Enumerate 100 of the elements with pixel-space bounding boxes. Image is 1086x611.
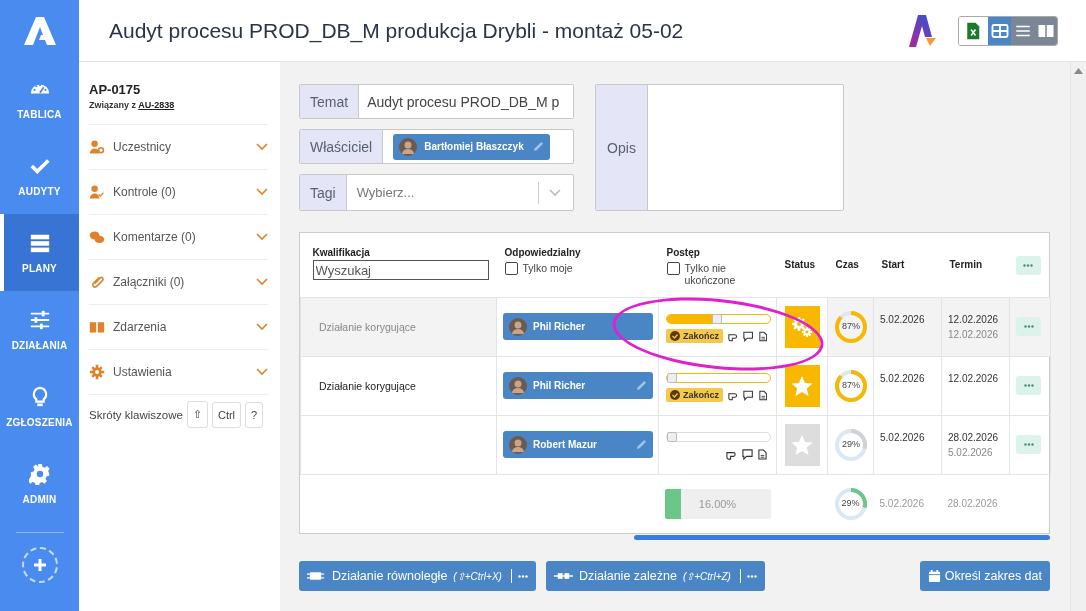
- chevron-icon: [256, 233, 268, 241]
- status-tile[interactable]: [784, 423, 820, 466]
- person-chip[interactable]: Phil Richer: [503, 313, 653, 340]
- nav-item[interactable]: ZGŁOSZENIA: [0, 368, 79, 445]
- book-icon: [89, 319, 105, 335]
- caret-up-icon: [1074, 68, 1083, 74]
- nav-item[interactable]: PLANY: [0, 214, 79, 291]
- nav-item[interactable]: TABLICA: [0, 60, 79, 137]
- chevron-icon: [256, 368, 268, 376]
- pencil-icon: [636, 380, 647, 391]
- status-tile[interactable]: [784, 364, 820, 407]
- users-icon: [89, 139, 105, 155]
- comments-icon: [89, 229, 105, 245]
- time-percent: 87%: [841, 379, 861, 390]
- more-icon: [517, 574, 528, 578]
- table-cell: Działanie korygujące: [300, 356, 497, 415]
- table-cell-text: 12.02.2026: [948, 313, 1000, 325]
- time-percent: 29%: [841, 438, 861, 449]
- related-link[interactable]: AU-2838: [138, 100, 175, 110]
- more-icon: [1023, 443, 1034, 446]
- pencil-icon: [636, 439, 647, 450]
- time-ring: [834, 427, 868, 462]
- shortcuts-label: Skróty klawiszowe: [89, 408, 183, 421]
- table-cell-text: 12.02.2026: [948, 372, 1000, 384]
- finish-button[interactable]: Zakończ: [666, 329, 723, 343]
- comment-icon: [743, 330, 754, 342]
- more-icon: [1023, 384, 1034, 387]
- section-header[interactable]: Zdarzenia: [89, 305, 268, 350]
- progress-slider[interactable]: [666, 314, 771, 324]
- view-button[interactable]: [1034, 16, 1057, 45]
- person-chip[interactable]: Bartłomiej Błaszczyk: [393, 133, 550, 160]
- progress-slider[interactable]: [666, 373, 771, 383]
- more-button[interactable]: [1015, 256, 1041, 275]
- chevron-icon: [256, 188, 268, 196]
- gears-icon: [790, 314, 814, 339]
- finish-button[interactable]: Zakończ: [666, 388, 723, 402]
- avatar-icon: [509, 435, 527, 454]
- logo-icon: [22, 16, 57, 46]
- nav-item[interactable]: ADMIN: [0, 445, 79, 522]
- table-cell: 5.02.2026: [873, 297, 942, 356]
- section-header[interactable]: Uczestnicy: [89, 125, 268, 170]
- progress-bar: 16.00%: [664, 488, 771, 519]
- time-ring: [833, 486, 868, 521]
- keyboard-key[interactable]: ⇧: [186, 401, 208, 428]
- document-icon: [758, 448, 767, 460]
- section-header[interactable]: Kontrole (0): [89, 170, 268, 215]
- column-header: Termin: [949, 259, 984, 270]
- chevron-icon: [256, 143, 268, 151]
- table-cell: 5.02.2026: [873, 415, 942, 474]
- time-percent: 29%: [840, 497, 861, 508]
- table-cell: 28.02.2026: [941, 474, 1010, 533]
- progress-slider[interactable]: [666, 432, 771, 442]
- view-button[interactable]: [988, 16, 1011, 45]
- column-header: Postęp: [666, 247, 701, 258]
- nav-item[interactable]: DZIAŁANIA: [0, 291, 79, 368]
- table-cell: 5.02.2026: [873, 474, 942, 533]
- document-icon: [758, 389, 767, 401]
- page-title: Audyt procesu PROD_DB_M produkcja Drybli - montaż 05-02: [109, 18, 685, 43]
- chevron-icon: [256, 323, 268, 331]
- sliders-icon: [28, 308, 51, 331]
- column-header: Odpowiedzialny: [504, 247, 582, 258]
- person-chip[interactable]: Phil Richer: [503, 372, 653, 399]
- search-field[interactable]: Wyszukaj: [312, 260, 489, 280]
- column-header: Czas: [835, 259, 860, 270]
- action-button[interactable]: Określ zakres dat: [919, 561, 1050, 591]
- keyboard-key[interactable]: Ctrl: [211, 401, 242, 428]
- view-button[interactable]: [1011, 16, 1034, 45]
- section-header[interactable]: Ustawienia: [89, 350, 268, 395]
- column-header: Status: [784, 259, 817, 270]
- time-percent: 87%: [841, 320, 861, 331]
- action-button[interactable]: Działanie zależne (⇧+Ctrl+Z): [545, 561, 765, 591]
- check-circle-icon: [670, 390, 680, 400]
- more-button[interactable]: [1016, 376, 1041, 395]
- section-header[interactable]: Komentarze (0): [89, 215, 268, 260]
- checkbox[interactable]: [666, 262, 680, 275]
- table-cell: Działanie korygujące: [300, 297, 497, 356]
- keyboard-key[interactable]: ?: [245, 401, 264, 428]
- action-button[interactable]: Działanie równoległe (⇧+Ctrl+X): [299, 561, 536, 591]
- column-header: Kwalifikacja: [312, 247, 371, 258]
- avatar-icon: [399, 137, 418, 156]
- checkbox[interactable]: [504, 262, 518, 275]
- plus-icon: [32, 558, 47, 572]
- check-circle-icon: [670, 331, 680, 341]
- chevron-icon: [256, 278, 268, 286]
- scrollbar[interactable]: [634, 535, 1050, 540]
- more-icon: [1023, 264, 1033, 267]
- time-ring: [834, 368, 868, 403]
- scrollbar[interactable]: [1070, 62, 1086, 611]
- section-header[interactable]: Załączniki (0): [89, 260, 268, 305]
- gear-icon: [28, 462, 51, 485]
- more-button[interactable]: [1016, 317, 1041, 336]
- clip-icon: [89, 274, 105, 290]
- person-chip[interactable]: Robert Mazur: [503, 431, 653, 458]
- more-button[interactable]: [1016, 435, 1041, 454]
- status-tile[interactable]: [784, 305, 820, 348]
- table-icon: [990, 21, 1009, 40]
- more-icon: [746, 574, 757, 578]
- add-button[interactable]: [21, 547, 58, 583]
- document-icon: [758, 330, 767, 342]
- nav-item[interactable]: AUDYTY: [0, 137, 79, 214]
